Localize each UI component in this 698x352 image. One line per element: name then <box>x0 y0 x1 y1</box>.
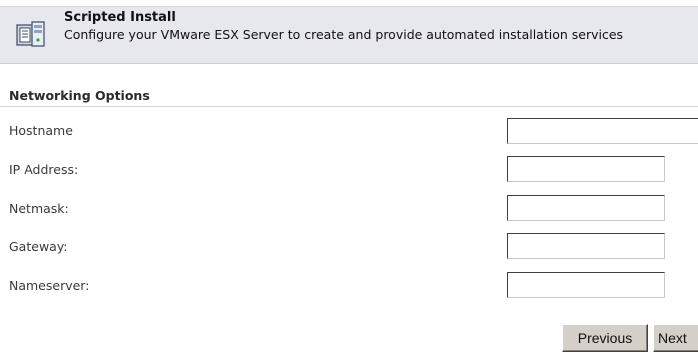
netmask-label: Netmask: <box>9 201 69 216</box>
gateway-label: Gateway: <box>9 239 68 254</box>
previous-button[interactable]: Previous <box>562 324 648 352</box>
nameserver-label: Nameserver: <box>9 278 90 293</box>
hostname-label: Hostname <box>9 123 73 138</box>
server-document-icon <box>16 21 45 47</box>
section-title: Networking Options <box>9 88 150 103</box>
ip-address-label: IP Address: <box>9 162 79 177</box>
page-description: Configure your VMware ESX Server to crea… <box>64 27 624 42</box>
ip-address-input[interactable] <box>507 156 665 182</box>
gateway-input[interactable] <box>507 233 665 259</box>
page-header: Scripted Install Configure your VMware E… <box>0 6 698 64</box>
next-button[interactable]: Next <box>653 324 698 352</box>
section-divider <box>0 106 698 107</box>
scripted-install-page: Scripted Install Configure your VMware E… <box>0 0 698 352</box>
nameserver-input[interactable] <box>507 272 665 298</box>
page-title: Scripted Install <box>64 10 176 25</box>
hostname-input[interactable] <box>507 118 698 144</box>
netmask-input[interactable] <box>507 195 665 221</box>
